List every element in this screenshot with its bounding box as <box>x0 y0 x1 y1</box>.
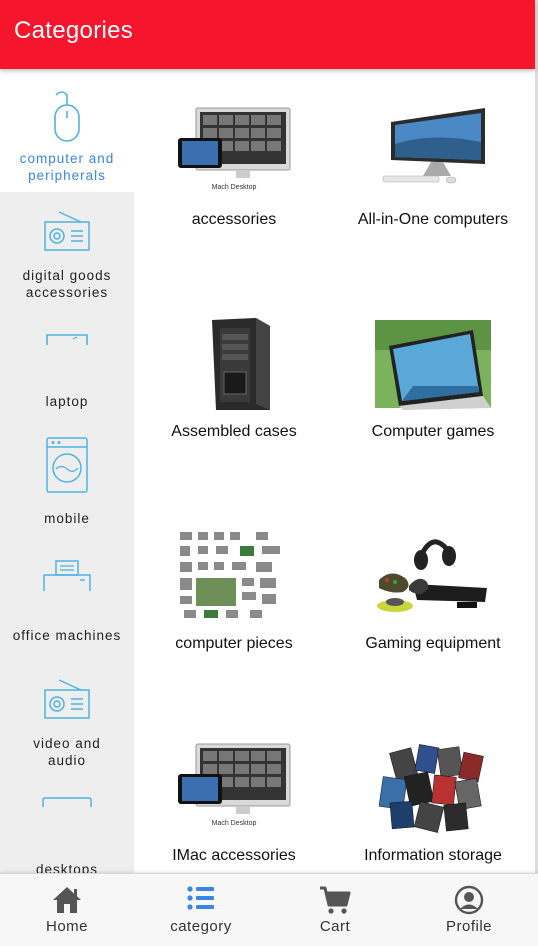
cart-icon <box>320 886 351 914</box>
home-icon <box>53 887 81 913</box>
sidebar-item-label: desktops <box>35 862 99 873</box>
sidebar-item-label: computer and <box>19 151 115 166</box>
memory-cards-image <box>378 744 484 833</box>
sidebar-item-label: accessories <box>25 285 109 300</box>
sidebar-item-label: video and <box>33 736 101 751</box>
sidebar-item-label: audio <box>47 753 87 768</box>
imac-accessories-image: Mach Desktop <box>178 743 291 827</box>
nav-label: Home <box>45 918 88 935</box>
category-tile[interactable]: All-in-One computers <box>333 104 533 304</box>
radio-icon <box>44 679 90 719</box>
category-tile[interactable]: computer pieces <box>134 528 334 728</box>
app-bar: Categories <box>0 0 535 69</box>
computer-parts-image <box>176 530 292 621</box>
nav-label: category <box>170 918 232 935</box>
nav-profile[interactable]: Profile <box>402 874 536 946</box>
all-in-one-pc-image <box>382 108 485 184</box>
nav-category[interactable]: category <box>134 874 268 946</box>
category-name: IMac accessories <box>172 847 296 864</box>
thumb-caption: Mach Desktop <box>212 184 257 191</box>
category-tile[interactable]: Computer games <box>333 316 533 516</box>
sidebar-item-label: peripherals <box>28 168 106 183</box>
category-name: Information storage <box>364 847 502 864</box>
category-tile[interactable]: Information storage <box>333 740 533 873</box>
category-name: accessories <box>191 211 277 228</box>
sidebar-item-desktops[interactable]: desktops <box>0 777 134 873</box>
category-name: Gaming equipment <box>365 635 501 652</box>
pc-case-image <box>212 318 270 410</box>
category-grid: Mach Desktop accessories All-in-One comp… <box>134 69 535 873</box>
sidebar-item-mobile[interactable]: mobile <box>0 426 134 543</box>
sidebar-item-label: mobile <box>44 511 90 526</box>
sidebar-item-laptop[interactable]: laptop <box>0 309 134 426</box>
category-name: All-in-One computers <box>357 211 509 228</box>
list-icon <box>187 886 214 910</box>
nav-label: Cart <box>319 918 351 935</box>
sidebar-item-computer-and-peripherals[interactable]: computer and peripherals <box>0 69 134 192</box>
category-name: computer pieces <box>175 635 293 652</box>
sidebar-item-label: laptop <box>45 394 89 409</box>
thumb-caption: Mach Desktop <box>212 820 257 827</box>
page-title: Categories <box>14 17 134 44</box>
category-tile[interactable]: Mach Desktop IMac accessories <box>134 740 334 873</box>
washing-machine-icon <box>46 437 88 493</box>
gaming-headset-image <box>377 539 487 612</box>
laptop-icon <box>46 334 88 345</box>
laptop-game-image <box>375 320 491 410</box>
sidebar-item-label: office machines <box>12 628 122 643</box>
sidebar-item-video-and-audio[interactable]: video and audio <box>0 660 134 777</box>
printer-icon <box>43 560 91 591</box>
category-sidebar[interactable]: computer and peripherals digital goods a… <box>0 69 134 873</box>
imac-accessories-image: Mach Desktop <box>178 107 291 191</box>
nav-label: Profile <box>445 918 493 935</box>
bottom-navigation: Home category Cart Profile <box>0 873 538 946</box>
mouse-icon <box>54 91 80 142</box>
nav-cart[interactable]: Cart <box>268 874 402 946</box>
category-name: Computer games <box>371 423 495 440</box>
category-tile[interactable]: Assembled cases <box>134 316 334 516</box>
sidebar-item-label: digital goods <box>22 268 112 283</box>
monitor-icon <box>42 797 92 807</box>
nav-home[interactable]: Home <box>0 874 134 946</box>
category-tile[interactable]: Gaming equipment <box>333 528 533 728</box>
category-tile[interactable]: Mach Desktop accessories <box>134 104 334 304</box>
profile-icon <box>454 885 484 915</box>
sidebar-item-digital-goods-accessories[interactable]: digital goods accessories <box>0 192 134 309</box>
sidebar-item-office-machines[interactable]: office machines <box>0 543 134 660</box>
radio-icon <box>44 211 90 251</box>
category-name: Assembled cases <box>171 423 297 440</box>
